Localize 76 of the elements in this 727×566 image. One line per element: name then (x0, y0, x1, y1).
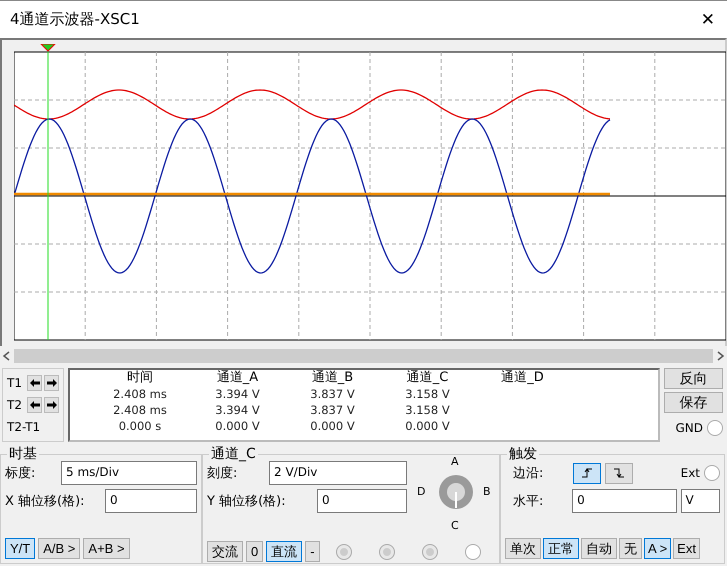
field-label: Y 轴位移(格): (207, 493, 287, 510)
column-header: 通道_C (406, 370, 450, 386)
table-cell-text: 0.000 s (118, 418, 162, 434)
table-cell-text: 3.158 V (404, 402, 451, 418)
table-cell-text: 0.000 V (309, 418, 356, 434)
horizontal-scrollbar[interactable] (0, 348, 727, 364)
knob-label: A (451, 455, 459, 468)
level-field[interactable]: 0 (572, 489, 676, 513)
column-header: 时间 (126, 370, 154, 386)
left-arrow-icon (30, 401, 40, 409)
field-label: X 轴位移(格): (5, 493, 86, 510)
mode-button[interactable]: A+B > (83, 538, 130, 559)
knob-label: D (417, 485, 426, 498)
edge-button[interactable] (573, 462, 601, 484)
table-cell-text: 3.837 V (309, 386, 356, 402)
cursor-label: T2 (7, 398, 23, 412)
knob-label: C (451, 519, 459, 532)
source-button[interactable]: Ext (673, 538, 700, 559)
window-title: 4通道示波器-XSC1 (10, 10, 140, 29)
coupling-button[interactable]: 交流 (207, 541, 243, 562)
table-cell-text: 3.837 V (309, 402, 356, 418)
move-right-button[interactable] (44, 397, 59, 413)
table-cell-text: 3.394 V (214, 386, 261, 402)
cursor-label: T1 (7, 376, 23, 390)
group-title: 时基 (7, 445, 39, 463)
right-arrow-icon (46, 379, 56, 387)
channel-knob-icon[interactable] (438, 474, 474, 510)
rising-edge-icon (581, 468, 593, 478)
close-button[interactable]: ✕ (700, 10, 715, 30)
gnd-radio[interactable] (707, 420, 723, 436)
group-title: 触发 (507, 445, 539, 463)
table-cell-text: 0.000 V (404, 418, 451, 434)
coupling-button[interactable]: 0 (246, 541, 264, 562)
unit-field[interactable]: V (680, 489, 720, 513)
table-cell-text: 3.394 V (214, 402, 261, 418)
table-cell-text: 2.408 ms (112, 402, 168, 418)
move-left-button[interactable] (27, 397, 42, 413)
radio-button[interactable] (465, 544, 482, 560)
left-arrow-icon (30, 379, 40, 387)
column-header: 通道_B (310, 370, 354, 386)
table-cell-text: 3.158 V (404, 386, 451, 402)
trigger-mode-button[interactable]: 单次 (505, 538, 541, 559)
coupling-button[interactable]: - (305, 541, 320, 562)
trigger-mode-button[interactable]: 正常 (543, 538, 579, 559)
field-label: 水平: (513, 493, 544, 510)
move-right-button[interactable] (44, 375, 59, 391)
trigger-mode-button[interactable]: 自动 (581, 538, 617, 559)
trigger-mode-button[interactable]: 无 (619, 538, 642, 559)
mode-button[interactable]: A/B > (38, 538, 80, 559)
cursor-label: T2-T1 (7, 420, 40, 434)
scale-field[interactable]: 2 V/Div (269, 461, 407, 485)
side-button[interactable]: 反向 (664, 368, 723, 389)
cursor-line[interactable] (40, 44, 56, 340)
field-label: 刻度: (207, 465, 238, 482)
falling-edge-icon (613, 468, 625, 478)
side-button[interactable]: 保存 (664, 392, 723, 413)
gnd-label: GND (675, 421, 703, 435)
coupling-button[interactable]: 直流 (266, 541, 302, 562)
knob-label: B (483, 485, 491, 498)
column-header: 通道_A (216, 370, 260, 386)
table-cell-text: 2.408 ms (112, 386, 168, 402)
field-label: 边沿: (513, 465, 544, 482)
scale-field[interactable]: 5 ms/Div (61, 461, 197, 485)
group-title: 通道_C (209, 445, 258, 463)
ext-label: Ext (680, 466, 700, 480)
column-header: 通道_D (500, 370, 545, 386)
ext-radio[interactable] (704, 465, 720, 481)
field-label: 标度: (5, 465, 36, 482)
right-arrow-icon (46, 401, 56, 409)
offset-field[interactable]: 0 (105, 489, 197, 513)
offset-field[interactable]: 0 (317, 489, 407, 513)
table-cell-text: 0.000 V (214, 418, 261, 434)
source-button[interactable]: A > (644, 538, 672, 559)
mode-button[interactable]: Y/T (5, 538, 36, 559)
edge-button[interactable] (605, 462, 633, 484)
move-left-button[interactable] (27, 375, 42, 391)
